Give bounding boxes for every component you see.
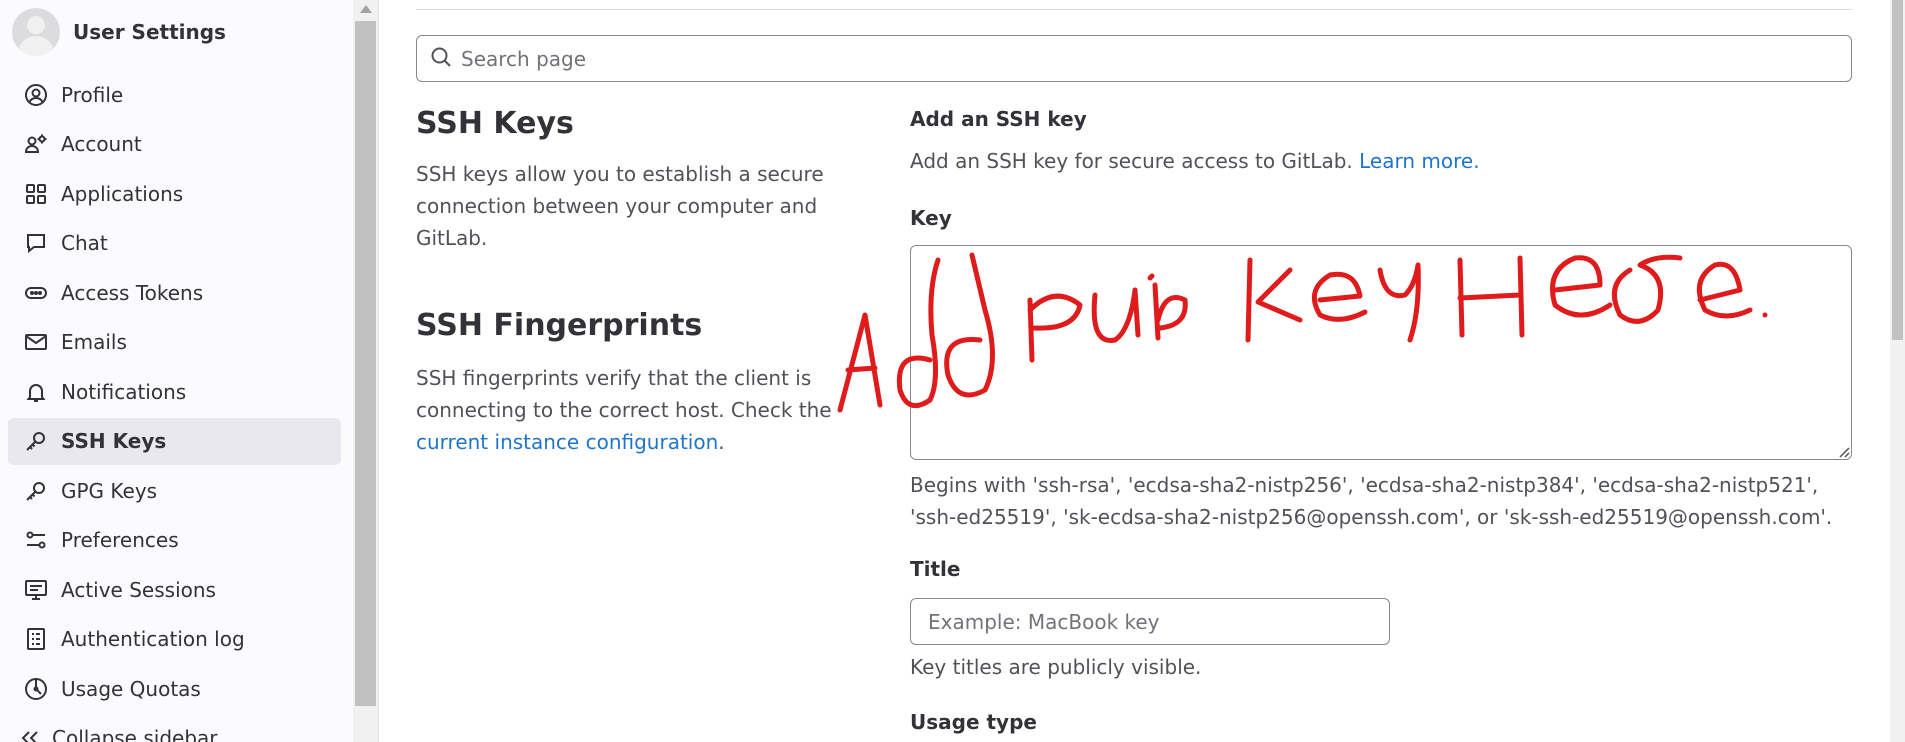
key-label: Key xyxy=(910,206,952,230)
sidebar-item-label: Chat xyxy=(61,231,108,255)
scroll-up-arrow-icon[interactable] xyxy=(360,5,372,13)
sidebar-item-usage-quotas[interactable]: Usage Quotas xyxy=(8,665,341,712)
sidebar-item-label: Usage Quotas xyxy=(61,676,201,701)
sidebar-item-label: GPG Keys xyxy=(61,478,158,503)
collapse-sidebar-label: Collapse sidebar xyxy=(52,726,218,742)
token-icon xyxy=(24,281,48,305)
collapse-sidebar-button[interactable]: Collapse sidebar xyxy=(18,726,218,742)
chevron-double-left-icon xyxy=(18,726,42,742)
sidebar-item-label: Profile xyxy=(61,82,124,107)
key-icon xyxy=(24,429,48,453)
chat-icon xyxy=(24,231,48,255)
sidebar-scroll-thumb[interactable] xyxy=(355,21,376,706)
fingerprints-suffix: . xyxy=(718,430,725,454)
title-help-text: Key titles are publicly visible. xyxy=(910,655,1202,679)
add-ssh-key-title: Add an SSH key xyxy=(910,107,1087,131)
profile-icon xyxy=(24,83,48,107)
sidebar-item-emails[interactable]: Emails xyxy=(8,319,341,366)
sidebar-item-label: Authentication log xyxy=(61,627,245,651)
sidebar-item-preferences[interactable]: Preferences xyxy=(8,517,341,564)
sidebar-scrollbar[interactable] xyxy=(353,0,378,742)
account-icon xyxy=(24,132,48,156)
sidebar-item-chat[interactable]: Chat xyxy=(8,220,341,267)
sidebar-item-label: Preferences xyxy=(61,528,179,552)
usage-type-label: Usage type xyxy=(910,710,1037,734)
ssh-keys-description: SSH keys allow you to establish a secure… xyxy=(416,162,824,250)
sidebar-item-applications[interactable]: Applications xyxy=(8,170,341,217)
top-divider xyxy=(416,9,1852,10)
title-input[interactable] xyxy=(910,598,1390,645)
monitor-icon xyxy=(24,578,48,602)
preferences-icon xyxy=(24,528,48,552)
key-icon xyxy=(24,479,48,503)
avatar[interactable] xyxy=(12,8,60,56)
learn-more-link[interactable]: Learn more. xyxy=(1359,149,1479,173)
ssh-fingerprints-heading: SSH Fingerprints xyxy=(416,308,703,343)
intro-text: Add an SSH key for secure access to GitL… xyxy=(910,149,1353,173)
key-textarea[interactable] xyxy=(910,245,1852,460)
sidebar-item-notifications[interactable]: Notifications xyxy=(8,368,341,415)
sidebar: User Settings Profile Account Applicatio… xyxy=(0,0,354,742)
sidebar-item-ssh-keys[interactable]: SSH Keys xyxy=(8,417,341,465)
ssh-keys-heading: SSH Keys xyxy=(416,106,574,141)
sidebar-header[interactable]: User Settings xyxy=(12,8,226,56)
sidebar-item-account[interactable]: Account xyxy=(8,121,341,168)
sidebar-item-label: SSH Keys xyxy=(61,429,167,453)
instance-configuration-link[interactable]: current instance configuration xyxy=(416,430,718,454)
sidebar-item-access-tokens[interactable]: Access Tokens xyxy=(8,269,341,316)
sidebar-item-label: Account xyxy=(61,132,142,156)
sidebar-item-active-sessions[interactable]: Active Sessions xyxy=(8,566,341,613)
sidebar-item-authentication-log[interactable]: Authentication log xyxy=(8,616,341,663)
sidebar-title: User Settings xyxy=(73,20,226,44)
key-help-text: Begins with 'ssh-rsa', 'ecdsa-sha2-nistp… xyxy=(910,473,1833,529)
sidebar-item-label: Emails xyxy=(61,330,127,354)
ssh-fingerprints-description: SSH fingerprints verify that the client … xyxy=(416,362,856,458)
search-icon xyxy=(429,45,453,73)
fingerprints-text: SSH fingerprints verify that the client … xyxy=(416,366,832,422)
applications-icon xyxy=(24,182,48,206)
quota-icon xyxy=(24,677,48,701)
sidebar-item-label: Access Tokens xyxy=(61,280,204,305)
sidebar-item-label: Applications xyxy=(61,181,184,206)
page-scrollbar[interactable] xyxy=(1890,0,1905,742)
title-label: Title xyxy=(910,557,961,581)
sidebar-divider xyxy=(378,0,379,742)
search-input[interactable] xyxy=(461,46,1761,71)
page-scroll-thumb[interactable] xyxy=(1892,0,1903,340)
mail-icon xyxy=(24,330,48,354)
sidebar-item-label: Notifications xyxy=(61,379,187,404)
search-box[interactable] xyxy=(416,35,1852,82)
add-ssh-key-intro: Add an SSH key for secure access to GitL… xyxy=(910,145,1480,177)
sidebar-item-gpg-keys[interactable]: GPG Keys xyxy=(8,467,341,514)
sidebar-nav: Profile Account Applications Chat Access… xyxy=(8,71,341,715)
sidebar-item-label: Active Sessions xyxy=(61,577,216,602)
log-icon xyxy=(24,627,48,651)
sidebar-item-profile[interactable]: Profile xyxy=(8,71,341,118)
bell-icon xyxy=(24,380,48,404)
resize-grip-icon[interactable] xyxy=(1836,444,1850,458)
